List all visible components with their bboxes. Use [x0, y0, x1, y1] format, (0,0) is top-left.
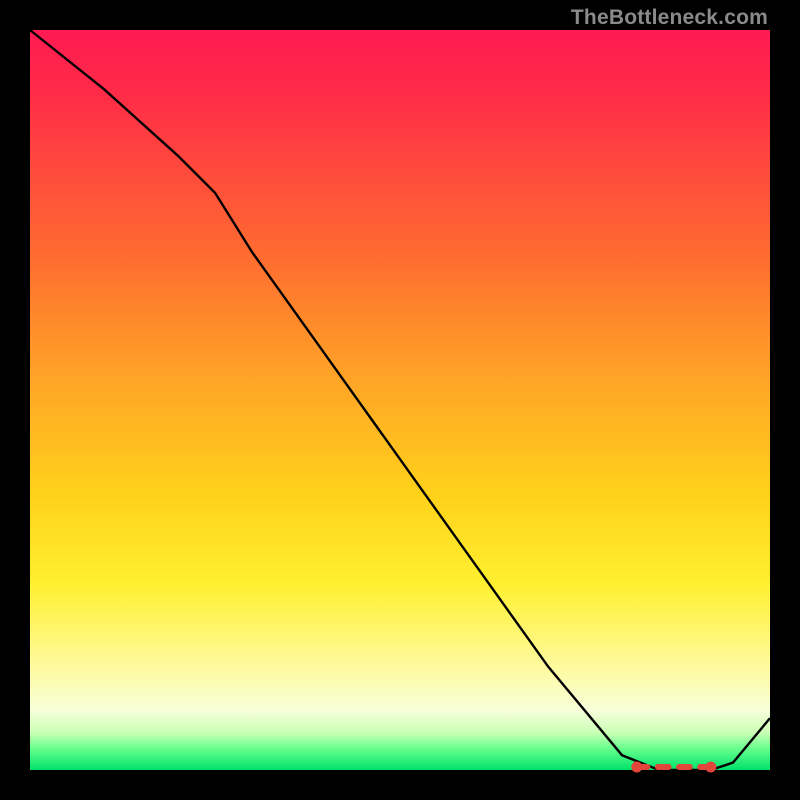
chart-overlay: [30, 30, 770, 770]
optimal-dot-start: [632, 762, 642, 772]
bottleneck-curve: [30, 30, 770, 770]
optimal-dot-end: [706, 762, 716, 772]
attribution-text: TheBottleneck.com: [571, 6, 768, 30]
